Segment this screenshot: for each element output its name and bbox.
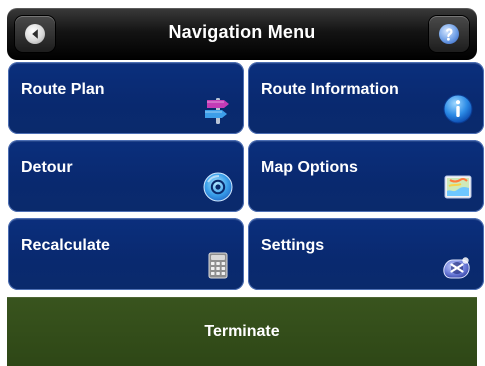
- navigation-menu-screen: Navigation Menu Route Plan Route Informa…: [0, 0, 485, 366]
- terminate-button[interactable]: Terminate: [7, 297, 477, 366]
- route-information-button[interactable]: Route Information: [248, 62, 484, 134]
- detour-label: Detour: [21, 159, 73, 176]
- info-icon: [443, 94, 473, 124]
- recalculate-label: Recalculate: [21, 237, 110, 254]
- map-options-label: Map Options: [261, 159, 358, 176]
- calculator-icon: [208, 252, 228, 279]
- route-plan-label: Route Plan: [21, 81, 105, 98]
- settings-badge-icon: [443, 257, 470, 279]
- cd-disc-icon: [203, 172, 233, 202]
- settings-label: Settings: [261, 237, 325, 254]
- help-glyph-icon: [446, 28, 453, 41]
- page-title: Navigation Menu: [168, 22, 316, 42]
- map-icon: [444, 175, 472, 199]
- map-options-button[interactable]: Map Options: [248, 140, 484, 212]
- header-bar: Navigation Menu: [7, 8, 477, 60]
- signpost-icon: [205, 98, 229, 124]
- terminate-label: Terminate: [204, 323, 280, 340]
- settings-button[interactable]: Settings: [248, 218, 484, 290]
- detour-button[interactable]: Detour: [8, 140, 244, 212]
- recalculate-button[interactable]: Recalculate: [8, 218, 244, 290]
- route-plan-button[interactable]: Route Plan: [8, 62, 244, 134]
- help-button[interactable]: [429, 16, 469, 52]
- route-information-label: Route Information: [261, 81, 399, 98]
